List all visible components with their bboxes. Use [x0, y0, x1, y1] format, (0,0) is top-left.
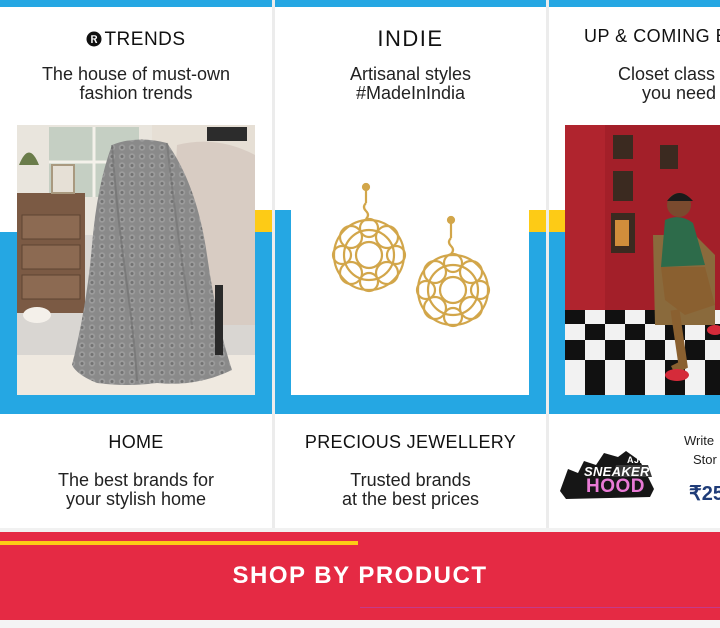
- earrings-image[interactable]: [291, 125, 529, 395]
- sneaker-hood-logo[interactable]: AJIO SNEAKER HOOD: [556, 443, 660, 503]
- reliance-r-icon: [86, 30, 102, 53]
- banner-accent-line: [360, 607, 720, 608]
- card-description: The house of must-own fashion trends: [41, 64, 231, 103]
- banner-title: PRECIOUS JEWELLERY: [304, 432, 517, 452]
- bottom-divider: [0, 620, 720, 628]
- card-title: UP & COMING B: [584, 26, 720, 46]
- fashion-model-image[interactable]: [565, 125, 720, 395]
- sneaker-hood-line2: HOOD: [586, 476, 645, 497]
- card-title: TRENDS: [104, 29, 186, 50]
- promo-text: Stor: [693, 452, 717, 467]
- card-description: Artisanal styles #MadeInIndia: [349, 64, 472, 103]
- banner-description: The best brands for your stylish home: [57, 470, 215, 509]
- promo-price: ₹25: [689, 483, 720, 505]
- card-description: Closet class you need: [618, 64, 717, 103]
- banner-accent-line: [0, 541, 358, 545]
- shop-by-product-heading: SHOP BY PRODUCT: [232, 562, 488, 589]
- promo-text: Write: [684, 433, 715, 448]
- frame-corner: [254, 210, 272, 232]
- home-blanket-image[interactable]: [17, 125, 255, 395]
- banner-description: Trusted brands at the best prices: [341, 470, 480, 509]
- card-title: INDIE: [377, 26, 444, 51]
- trends-logo: TRENDS: [0, 28, 272, 53]
- banner-title: HOME: [108, 432, 164, 452]
- frame-corner: [528, 210, 546, 232]
